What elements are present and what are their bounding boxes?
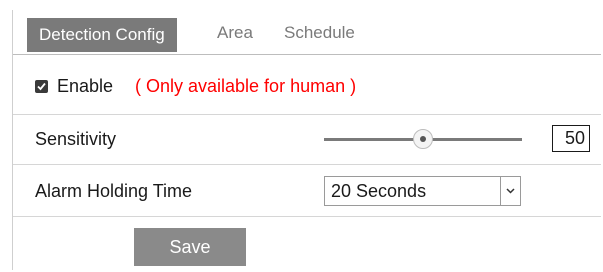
tab-area[interactable]: Area — [217, 10, 253, 46]
alarm-holding-time-row: Alarm Holding Time 20 Seconds — [13, 164, 601, 217]
alarm-holding-time-select[interactable]: 20 Seconds — [324, 176, 521, 206]
enable-label: Enable — [57, 76, 114, 96]
tab-bar: Detection Config Area Schedule — [13, 10, 601, 55]
slider-thumb[interactable] — [413, 129, 433, 149]
enable-checkbox[interactable] — [35, 80, 48, 93]
dropdown-button[interactable] — [500, 177, 520, 205]
enable-note: ( Only available for human ) — [135, 76, 357, 96]
save-button[interactable]: Save — [134, 228, 246, 266]
sensitivity-slider[interactable] — [324, 128, 522, 150]
sensitivity-row: Sensitivity 50 — [13, 114, 601, 165]
alarm-holding-time-value: 20 Seconds — [331, 181, 427, 201]
enable-row: Enable ( Only available for human ) — [13, 60, 601, 115]
tab-detection-config[interactable]: Detection Config — [27, 18, 177, 52]
chevron-down-icon — [506, 188, 515, 194]
detection-settings-panel: Detection Config Area Schedule Enable ( … — [12, 10, 601, 270]
alarm-holding-time-label: Alarm Holding Time — [35, 181, 193, 201]
sensitivity-value-input[interactable]: 50 — [552, 125, 590, 152]
check-icon — [37, 82, 46, 91]
tab-schedule[interactable]: Schedule — [284, 10, 355, 46]
sensitivity-label: Sensitivity — [35, 129, 117, 149]
